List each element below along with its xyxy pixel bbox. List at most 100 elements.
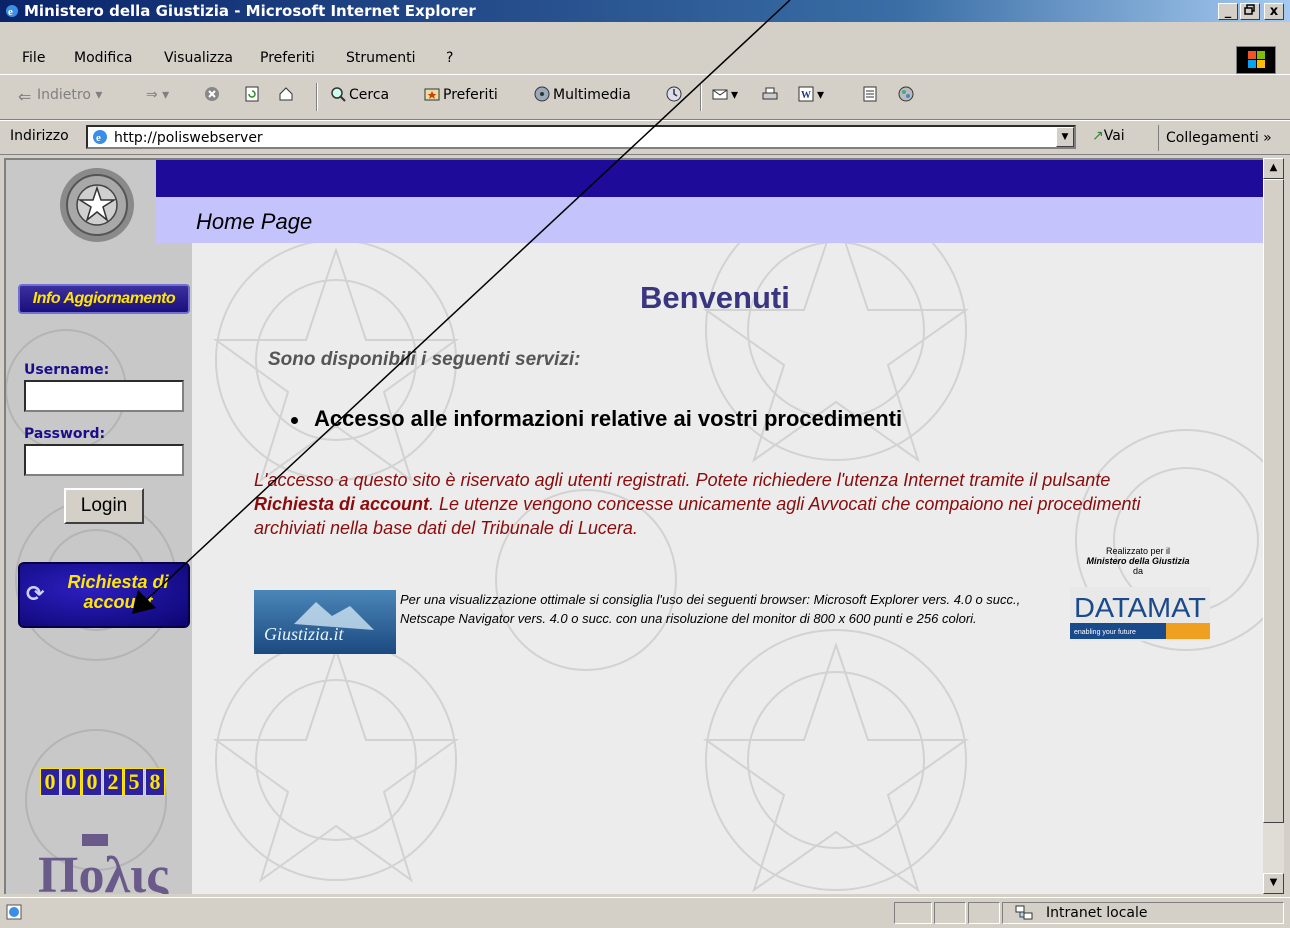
search-button[interactable]: Cerca (330, 85, 389, 105)
datamat-tagline: enabling your future (1074, 629, 1136, 636)
page-icon: e (93, 130, 107, 144)
counter-digit: 0 (61, 768, 81, 796)
home-icon (279, 87, 293, 101)
counter-digit: 2 (103, 768, 123, 796)
search-icon (331, 87, 346, 102)
go-arrow-icon: ↗ (1092, 128, 1104, 144)
polis-logo-text: Πολις (38, 847, 169, 894)
scroll-down-button[interactable]: ▼ (1263, 873, 1284, 894)
forward-button[interactable]: ⇒ ▾ (146, 85, 169, 105)
stop-button[interactable] (204, 85, 223, 105)
menu-strumenti[interactable]: Strumenti (346, 48, 416, 68)
intranet-icon (1015, 905, 1033, 920)
username-input[interactable] (24, 380, 184, 412)
service-list-item: Accesso alle informazioni relative ai vo… (291, 406, 902, 432)
counter-digit: 5 (124, 768, 144, 796)
ie-icon: e (6, 5, 18, 18)
made-for-credit: Realizzato per il Ministero della Giusti… (1086, 546, 1190, 576)
page-status-icon (6, 904, 22, 920)
messenger-button[interactable] (898, 85, 917, 105)
home-button[interactable] (278, 85, 297, 105)
menu-help[interactable]: ? (446, 48, 453, 68)
back-arrow-icon: ⇐ (18, 87, 32, 106)
maximize-button[interactable] (1240, 3, 1260, 20)
refresh-icon (245, 86, 259, 102)
password-label: Password: (24, 426, 106, 442)
menu-visualizza[interactable]: Visualizza (164, 48, 233, 68)
forward-arrow-icon: ⇒ ▾ (146, 87, 170, 103)
toolbar-separator (316, 83, 318, 111)
stop-icon (205, 87, 219, 101)
giustizia-logo[interactable]: Giustizia.it (254, 590, 396, 654)
svg-text:e: e (96, 132, 101, 144)
scroll-thumb[interactable] (1263, 179, 1284, 823)
restore-icon (1244, 4, 1255, 15)
minimize-button[interactable]: _ (1218, 3, 1238, 20)
counter-digit: 8 (145, 768, 165, 796)
edit-button[interactable]: W ▾ (798, 85, 824, 105)
zone-label: Intranet locale (1046, 905, 1148, 921)
discuss-button[interactable] (862, 85, 881, 105)
counter-digit: 0 (82, 768, 102, 796)
request-account-button[interactable]: ⟳ Richiesta di account (18, 562, 190, 628)
visit-counter: 0 0 0 2 5 8 (40, 768, 166, 796)
address-bar: Indirizzo e http://poliswebserver ▼ ↗Vai… (0, 120, 1290, 155)
page-viewport: Home Page Info Aggiornamento Username: P… (4, 158, 1263, 894)
datamat-logo: DATAMAT enabling your future (1070, 587, 1210, 641)
request-account-label-line2: account (83, 592, 153, 612)
status-bar: Intranet locale (0, 897, 1290, 928)
password-input[interactable] (24, 444, 184, 476)
address-dropdown-button[interactable]: ▼ (1056, 127, 1074, 147)
print-icon (762, 87, 778, 100)
title-bar: e Ministero della Giustizia - Microsoft … (0, 0, 1290, 22)
notice-emphasis: Richiesta di account (254, 494, 430, 514)
messenger-icon (898, 86, 914, 102)
request-account-label-line1: Richiesta di (67, 572, 169, 592)
mail-button[interactable]: ▾ (712, 85, 738, 105)
counter-digit: 0 (40, 768, 60, 796)
swirl-arrow-icon: ⟳ (26, 582, 45, 607)
menu-preferiti[interactable]: Preferiti (260, 48, 315, 68)
republic-emblem-icon (60, 168, 134, 242)
datamat-logo-text: DATAMAT (1074, 592, 1206, 623)
history-button[interactable] (666, 85, 685, 105)
back-button[interactable]: ⇐ Indietro ▾ (18, 85, 102, 105)
vertical-scrollbar[interactable]: ▲ ▼ (1263, 158, 1284, 894)
status-panel (968, 902, 1000, 924)
document-icon (863, 86, 877, 102)
welcome-heading: Benvenuti (640, 280, 790, 315)
links-button[interactable]: Collegamenti » (1158, 125, 1272, 151)
window-title: Ministero della Giustizia - Microsoft In… (24, 2, 476, 20)
giustizia-logo-text: Giustizia.it (264, 624, 345, 644)
menu-modifica[interactable]: Modifica (74, 48, 133, 68)
close-button[interactable]: x (1264, 3, 1284, 20)
svg-text:e: e (8, 6, 13, 18)
address-input[interactable]: e http://poliswebserver ▼ (86, 125, 1076, 149)
browser-note: Per una visualizzazione ottimale si cons… (400, 592, 1021, 626)
windows-logo-icon (1236, 46, 1276, 74)
login-button[interactable]: Login (64, 488, 144, 524)
info-update-button[interactable]: Info Aggiornamento (18, 284, 190, 314)
scroll-up-button[interactable]: ▲ (1263, 158, 1284, 179)
word-icon: W (798, 86, 814, 102)
favorites-button[interactable]: Preferiti (424, 85, 498, 105)
menu-file[interactable]: File (22, 48, 45, 68)
address-url: http://poliswebserver (114, 130, 263, 146)
services-heading: Sono disponibili i seguenti servizi: (268, 349, 581, 370)
username-label: Username: (24, 362, 110, 378)
header-band (156, 160, 1263, 197)
go-button[interactable]: ↗Vai (1092, 128, 1125, 144)
toolbar-separator (700, 83, 702, 111)
toolbar: ⇐ Indietro ▾ ⇒ ▾ Cerca Preferiti Multimed… (0, 74, 1290, 120)
polis-logo: Πολις (38, 834, 169, 894)
refresh-button[interactable] (244, 85, 263, 105)
history-icon (666, 86, 682, 102)
media-button[interactable]: Multimedia (534, 85, 631, 105)
status-panel (894, 902, 932, 924)
favorites-icon (424, 88, 440, 101)
bullet-icon (291, 416, 298, 424)
browser-window: e Ministero della Giustizia - Microsoft … (0, 0, 1290, 928)
media-icon (534, 86, 550, 102)
print-button[interactable] (762, 85, 781, 105)
svg-text:W: W (801, 90, 811, 101)
